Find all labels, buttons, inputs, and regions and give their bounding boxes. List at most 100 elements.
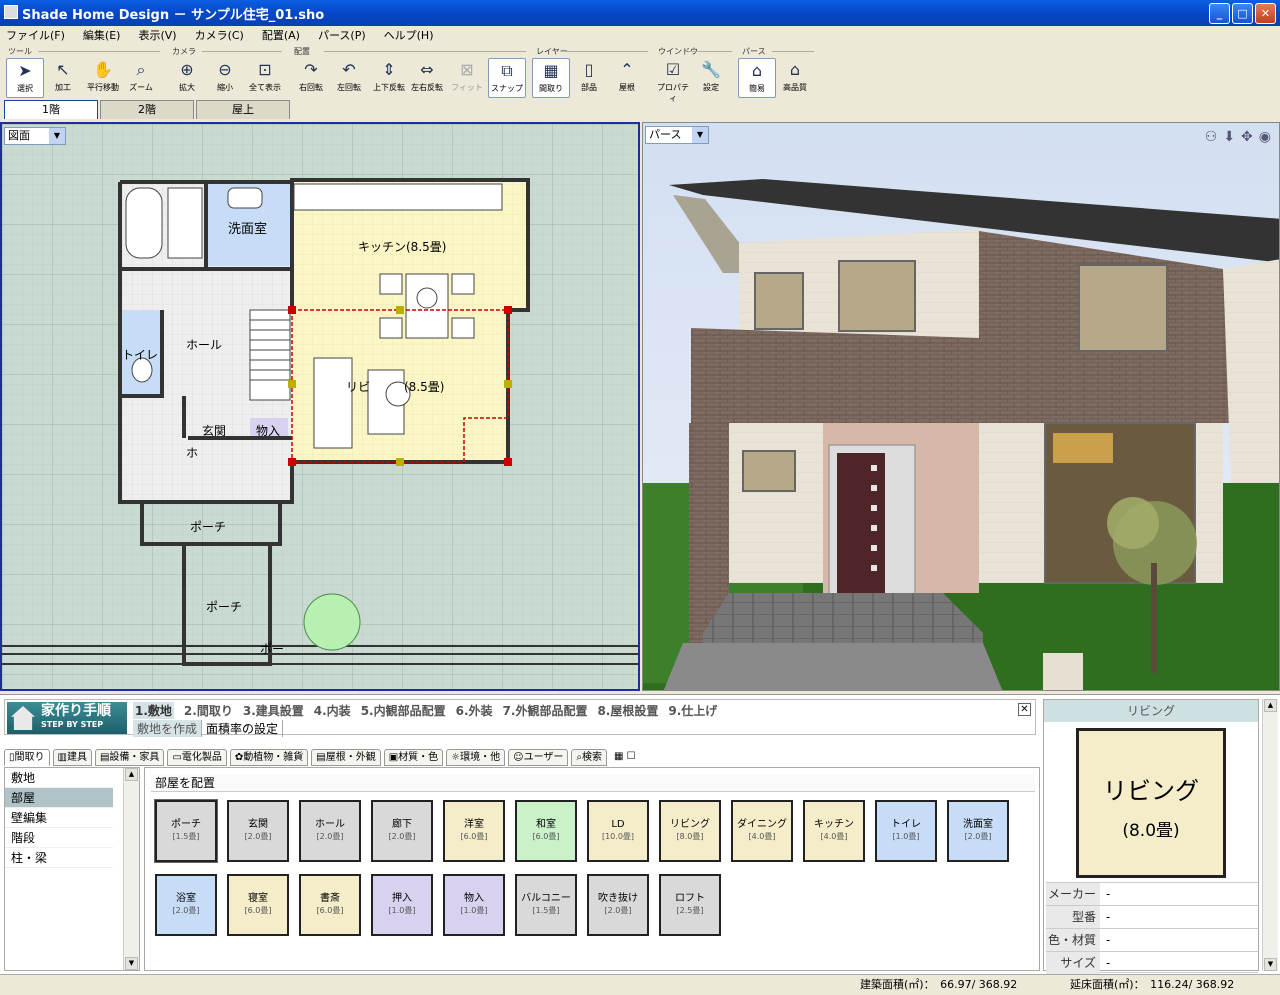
flip-horizontal-button[interactable]: ⇔ 左右反転 (408, 58, 446, 98)
close-button[interactable]: ✕ (1255, 3, 1276, 24)
properties-scrollbar[interactable]: ▲ ▼ (1262, 699, 1278, 971)
room-tile[interactable]: 吹き抜け [2.0畳] (587, 874, 649, 936)
fit-button[interactable]: ⊠ フィット (448, 58, 486, 98)
layer-parts-button[interactable]: ▯ 部品 (570, 58, 608, 98)
room-tile[interactable]: バルコニー [1.5畳] (515, 874, 577, 936)
layer-floorplan-button[interactable]: ▦ 間取り (532, 58, 570, 98)
menu-perspective[interactable]: パース(P) (318, 27, 366, 43)
step-7[interactable]: 7.外観部品配置 (503, 702, 588, 719)
tab-equipment[interactable]: ▤設備・家具 (94, 749, 165, 766)
edit-tool-button[interactable]: ↖ 加工 (44, 58, 82, 98)
perspective-view-select[interactable]: パース ▼ (645, 126, 709, 144)
room-tile[interactable]: ロフト [2.5畳] (659, 874, 721, 936)
room-tile[interactable]: キッチン [4.0畳] (803, 800, 865, 862)
floor-plan-view[interactable]: 図面 ▼ 洗面室 キッチン(8.5畳) ホール トイレ リビ (8.5畳) 玄関 … (0, 122, 640, 691)
step-close-button[interactable]: ✕ (1018, 703, 1031, 716)
room-tile[interactable]: 洋室 [6.0畳] (443, 800, 505, 862)
room-tile[interactable]: 押入 [1.0畳] (371, 874, 433, 936)
settings-button[interactable]: 🔧 設定 (692, 58, 730, 98)
rotate-left-icon: ↶ (342, 60, 356, 79)
perspective-view[interactable]: パース ▼ ⚇ ⬇ ✥ ◉ (642, 122, 1280, 691)
room-tile[interactable]: トイレ [1.0畳] (875, 800, 937, 862)
3d-house-render[interactable] (643, 123, 1280, 691)
category-wall-edit[interactable]: 壁編集 (5, 808, 113, 828)
tab-floor-2[interactable]: 2階 (100, 100, 194, 119)
tab-rooftop[interactable]: 屋上 (196, 100, 290, 119)
menu-bar: ファイル(F) 編集(E) 表示(V) カメラ(C) 配置(A) パース(P) … (0, 26, 1280, 44)
room-tile[interactable]: 洗面室 [2.0畳] (947, 800, 1009, 862)
maximize-button[interactable]: □ (1232, 3, 1253, 24)
category-scrollbar[interactable]: ▲ ▼ (123, 768, 139, 970)
tab-environment[interactable]: ☼環境・他 (446, 749, 506, 766)
room-tile[interactable]: 寝室 [6.0畳] (227, 874, 289, 936)
room-tile[interactable]: 浴室 [2.0畳] (155, 874, 217, 936)
step-8[interactable]: 8.屋根設置 (597, 702, 658, 719)
app-icon (4, 5, 18, 19)
step-9[interactable]: 9.仕上げ (668, 702, 717, 719)
category-columns[interactable]: 柱・梁 (5, 848, 113, 868)
menu-camera[interactable]: カメラ(C) (195, 27, 244, 43)
room-tile[interactable]: ダイニング [4.0畳] (731, 800, 793, 862)
menu-file[interactable]: ファイル(F) (6, 27, 65, 43)
substep-create-site[interactable]: 敷地を作成 (133, 720, 203, 737)
floor-plan-canvas[interactable] (2, 124, 638, 689)
room-tile[interactable]: 廊下 [2.0畳] (371, 800, 433, 862)
step-1[interactable]: 1.敷地 (133, 702, 174, 719)
category-site[interactable]: 敷地 (5, 768, 113, 788)
room-tile[interactable]: LD [10.0畳] (587, 800, 649, 862)
move-icon[interactable]: ✥ (1241, 129, 1253, 145)
room-tile-size: [1.0畳] (460, 906, 488, 915)
rotate-left-button[interactable]: ↶ 左回転 (330, 58, 368, 98)
menu-help[interactable]: ヘルプ(H) (384, 27, 434, 43)
menu-edit[interactable]: 編集(E) (83, 27, 121, 43)
category-stairs[interactable]: 階段 (5, 828, 113, 848)
room-tile[interactable]: リビング [8.0畳] (659, 800, 721, 862)
tab-search[interactable]: ⌕検索 (571, 749, 607, 766)
zoom-out-icon: ⊖ (218, 60, 232, 79)
category-room[interactable]: 部屋 (5, 788, 113, 808)
room-tile[interactable]: 玄関 [2.0畳] (227, 800, 289, 862)
view-mode-icons[interactable]: ▦ ☐ (610, 749, 640, 766)
room-tile[interactable]: ホール [2.0畳] (299, 800, 361, 862)
render-quality-button[interactable]: ⌂ 高品質 (776, 58, 814, 98)
step-2[interactable]: 2.間取り (184, 702, 233, 719)
minimize-button[interactable]: _ (1209, 3, 1230, 24)
step-5[interactable]: 5.内観部品配置 (361, 702, 446, 719)
tab-roof-exterior[interactable]: ▤屋根・外観 (311, 749, 381, 766)
step-3[interactable]: 3.建具設置 (243, 702, 304, 719)
pan-tool-button[interactable]: ✋ 平行移動 (84, 58, 122, 98)
walk-icon[interactable]: ⚇ (1205, 129, 1218, 145)
room-tile[interactable]: 物入 [1.0畳] (443, 874, 505, 936)
tab-floor-1[interactable]: 1階 (4, 100, 98, 119)
zoom-in-button[interactable]: ⊕ 拡大 (168, 58, 206, 98)
edit-cursor-icon: ↖ (56, 60, 70, 79)
room-tile[interactable]: ポーチ [1.5畳] (154, 799, 218, 863)
layer-roof-button[interactable]: ⌃ 屋根 (608, 58, 646, 98)
orbit-icon[interactable]: ⬇ (1223, 129, 1235, 145)
tab-plants[interactable]: ✿動植物・雑貨 (229, 749, 309, 766)
menu-arrange[interactable]: 配置(A) (262, 27, 300, 43)
zoom-tool-button[interactable]: ⌕ ズーム (122, 58, 160, 98)
rotate-right-button[interactable]: ↷ 右回転 (292, 58, 330, 98)
tab-floorplan[interactable]: ▯間取り (4, 749, 50, 766)
snap-button[interactable]: ⧉ スナップ (488, 58, 526, 98)
eye-icon[interactable]: ◉ (1259, 129, 1271, 145)
tab-appliances[interactable]: ▭電化製品 (167, 749, 227, 766)
tab-user[interactable]: ☺ユーザー (508, 749, 569, 766)
fit-all-button[interactable]: ⊡ 全て表示 (246, 58, 284, 98)
plan-view-select[interactable]: 図面 ▼ (4, 127, 66, 145)
room-tile[interactable]: 書斎 [6.0畳] (299, 874, 361, 936)
zoom-out-button[interactable]: ⊖ 縮小 (206, 58, 244, 98)
substep-area-ratio[interactable]: 面積率の設定 (202, 720, 284, 737)
menu-view[interactable]: 表示(V) (138, 27, 176, 43)
room-tile[interactable]: 和室 [6.0畳] (515, 800, 577, 862)
step-4[interactable]: 4.内装 (314, 702, 351, 719)
properties-button[interactable]: ☑ プロパティ (654, 58, 692, 103)
select-tool-button[interactable]: ➤ 選択 (6, 58, 44, 98)
snap-icon: ⧉ (501, 61, 513, 80)
step-6[interactable]: 6.外装 (456, 702, 493, 719)
render-simple-button[interactable]: ⌂ 簡易 (738, 58, 776, 98)
tab-materials[interactable]: ▣材質・色 (383, 749, 444, 766)
tab-fittings[interactable]: ▥建具 (52, 749, 92, 766)
flip-vertical-button[interactable]: ⇕ 上下反転 (370, 58, 408, 98)
